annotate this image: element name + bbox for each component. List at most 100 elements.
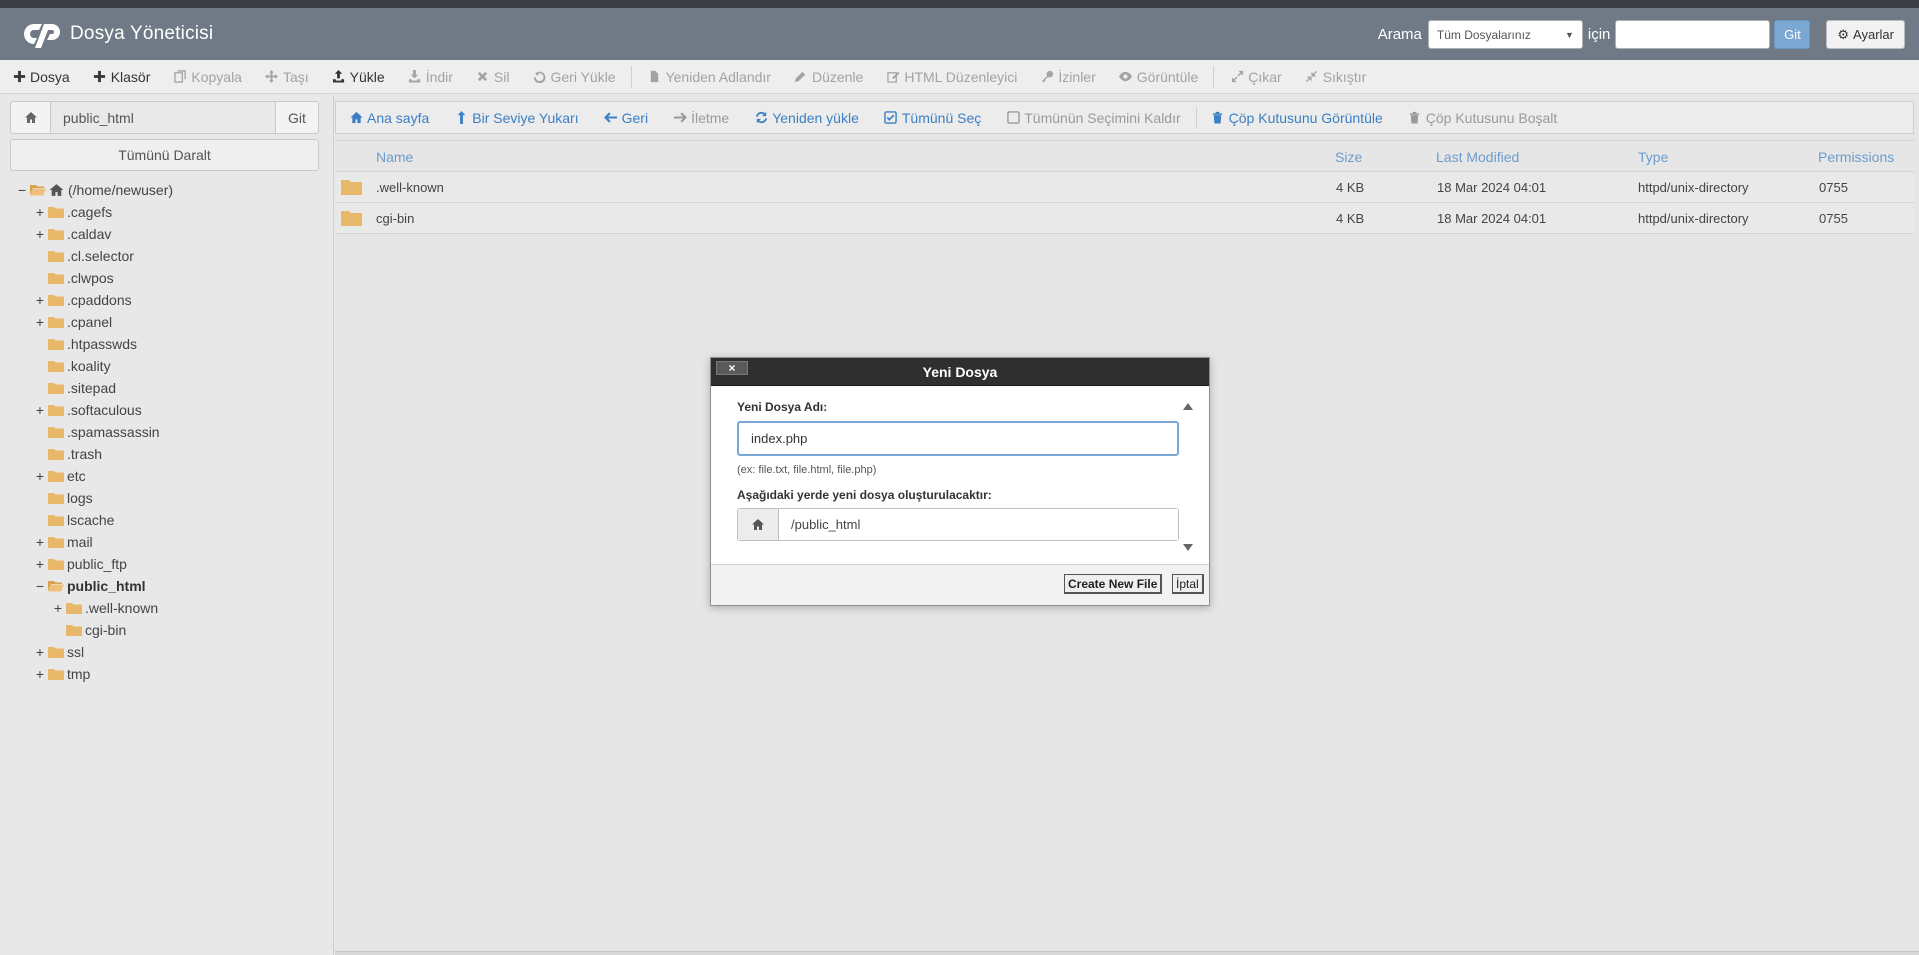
tree-node[interactable]: .trash (34, 443, 102, 465)
folder-icon (48, 668, 64, 680)
nav-arrow-left-button[interactable]: Geri (604, 110, 648, 126)
expand-icon[interactable]: + (34, 204, 46, 220)
toolbar-yükle-button[interactable]: Yükle (332, 69, 385, 85)
toolbar-dosya-button[interactable]: Dosya (12, 69, 70, 85)
nav-trash-button[interactable]: Çöp Kutusunu Görüntüle (1211, 110, 1383, 126)
tree-node[interactable]: + tmp (34, 663, 90, 685)
column-name[interactable]: Name (376, 149, 413, 165)
expand-icon[interactable]: + (34, 468, 46, 484)
tree-node[interactable]: − (/home/newuser) (16, 179, 173, 201)
expand-icon[interactable]: + (34, 314, 46, 330)
tree-node[interactable]: .sitepad (34, 377, 116, 399)
tree-node[interactable]: + .caldav (34, 223, 111, 245)
collapse-icon[interactable]: − (34, 578, 46, 594)
expand-icon[interactable]: + (34, 534, 46, 550)
trash-icon (1211, 111, 1225, 125)
tree-node[interactable]: − public_html (34, 575, 146, 597)
tree-node[interactable]: + .well-known (52, 597, 158, 619)
nav-level-up-button[interactable]: Bir Seviye Yukarı (454, 110, 579, 126)
new-file-dialog: × Yeni Dosya Yeni Dosya Adı: index.php (… (710, 357, 1210, 606)
expand-icon[interactable]: + (52, 600, 64, 616)
settings-button[interactable]: ⚙ Ayarlar (1826, 20, 1905, 49)
tree-node-label: .koality (67, 358, 111, 374)
dialog-title: Yeni Dosya (922, 363, 998, 380)
folder-icon (48, 558, 64, 570)
nav-item-label: Tümünün Seçimini Kaldır (1024, 109, 1181, 126)
toolbar-item-label: Klasör (110, 68, 151, 85)
new-file-name-input[interactable]: index.php (737, 421, 1179, 456)
file-name: cgi-bin (376, 211, 415, 226)
column-size[interactable]: Size (1335, 149, 1362, 165)
nav-trash-button[interactable]: Çöp Kutusunu Boşalt (1408, 110, 1557, 126)
tree-node[interactable]: .koality (34, 355, 111, 377)
location-input[interactable]: /public_html (779, 509, 1178, 540)
expand-icon[interactable]: + (34, 644, 46, 660)
column-permissions[interactable]: Permissions (1818, 149, 1894, 165)
brand[interactable]: Dosya Yöneticisi (20, 18, 213, 50)
table-row[interactable]: .well-known 4 KB 18 Mar 2024 04:01 httpd/un… (335, 172, 1914, 203)
toolbar-görüntüle-button[interactable]: Görüntüle (1119, 69, 1198, 85)
collapse-icon[interactable]: − (16, 182, 28, 198)
expand-icon[interactable]: + (34, 226, 46, 242)
path-home-button[interactable] (11, 102, 51, 133)
tree-node[interactable]: + .cpaddons (34, 289, 132, 311)
toolbar-taşı-button[interactable]: Taşı (265, 69, 309, 85)
toolbar-kopyala-button[interactable]: Kopyala (173, 69, 242, 85)
cancel-button[interactable]: İptal (1172, 574, 1204, 594)
toolbar-i-zinler-button[interactable]: İzinler (1040, 69, 1096, 85)
nav-checkbox-checked-button[interactable]: Tümünü Seç (884, 110, 981, 126)
nav-refresh-button[interactable]: Yeniden yükle (754, 110, 859, 126)
scroll-up-arrow-icon[interactable] (1183, 403, 1193, 410)
file-size: 4 KB (1336, 180, 1365, 195)
dialog-close-button[interactable]: × (716, 361, 748, 375)
tree-node[interactable]: .clwpos (34, 267, 114, 289)
file-type: httpd/unix-directory (1638, 180, 1749, 195)
tree-node[interactable]: .htpasswds (34, 333, 137, 355)
tree-node[interactable]: + public_ftp (34, 553, 127, 575)
search-go-button[interactable]: Git (1774, 20, 1811, 49)
tree-node[interactable]: .spamassassin (34, 421, 160, 443)
tree-node[interactable]: + etc (34, 465, 86, 487)
tree-node[interactable]: + .cpanel (34, 311, 112, 333)
dialog-header: × Yeni Dosya (711, 358, 1209, 386)
tree-node[interactable]: + ssl (34, 641, 84, 663)
toolbar-sil-button[interactable]: Sil (476, 69, 509, 85)
tree-node[interactable]: + mail (34, 531, 93, 553)
column-last-modified[interactable]: Last Modified (1436, 149, 1519, 165)
expand-icon[interactable]: + (34, 292, 46, 308)
create-new-file-button[interactable]: Create New File (1064, 574, 1163, 594)
toolbar-sıkıştır-button[interactable]: Sıkıştır (1305, 69, 1366, 85)
tree-node[interactable]: lscache (34, 509, 114, 531)
toolbar-klasör-button[interactable]: Klasör (93, 68, 151, 85)
arrow-right-icon (673, 111, 687, 125)
expand-icon[interactable]: + (34, 666, 46, 682)
expand-icon[interactable]: + (34, 402, 46, 418)
nav-home-button[interactable]: Ana sayfa (349, 110, 429, 126)
tree-node[interactable]: + .softaculous (34, 399, 142, 421)
toolbar-düzenle-button[interactable]: Düzenle (794, 69, 863, 85)
search-scope-value: Tüm Dosyalarınız (1436, 27, 1531, 42)
collapse-all-button[interactable]: Tümünü Daralt (10, 139, 319, 171)
toolbar-html-düzenleyici-button[interactable]: HTML Düzenleyici (886, 69, 1017, 85)
toolbar-yeniden-adlandır-button[interactable]: Yeniden Adlandır (648, 69, 771, 85)
path-go-button[interactable]: Git (276, 102, 318, 133)
tree-node[interactable]: cgi-bin (52, 619, 126, 641)
nav-arrow-right-button[interactable]: İletme (673, 110, 729, 126)
table-row[interactable]: cgi-bin 4 KB 18 Mar 2024 04:01 httpd/unix-d… (335, 203, 1914, 234)
search-input[interactable] (1615, 20, 1771, 49)
path-input[interactable]: public_html (51, 102, 276, 133)
tree-node[interactable]: + .cagefs (34, 201, 112, 223)
nav-checkbox-empty-button[interactable]: Tümünün Seçimini Kaldır (1006, 109, 1181, 126)
location-label: Aşağıdaki yerde yeni dosya oluşturulacak… (737, 488, 992, 502)
toolbar-geri-yükle-button[interactable]: Geri Yükle (532, 69, 616, 85)
search-scope-select[interactable]: Tüm Dosyalarınız ▼ (1427, 20, 1583, 49)
tree-node[interactable]: logs (34, 487, 93, 509)
toolbar-i-ndir-button[interactable]: İndir (408, 69, 453, 85)
expand-icon[interactable]: + (34, 556, 46, 572)
tree-node[interactable]: .cl.selector (34, 245, 134, 267)
toolbar-çıkar-button[interactable]: Çıkar (1230, 69, 1282, 85)
column-type[interactable]: Type (1638, 149, 1668, 165)
scroll-down-arrow-icon[interactable] (1183, 544, 1193, 551)
folder-icon (48, 228, 64, 240)
